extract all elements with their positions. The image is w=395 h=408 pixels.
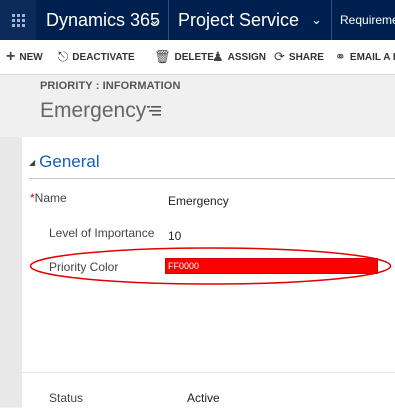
share-icon: ⟳ xyxy=(274,49,285,64)
collapse-triangle-icon: ◢ xyxy=(29,157,36,167)
left-gutter xyxy=(0,137,22,407)
email-link-button[interactable]: ⚭ EMAIL A L xyxy=(335,40,395,74)
page-title: Emergency xyxy=(40,99,147,122)
top-navigation-bar: Dynamics 365 ⌄ Project Service ⌄ Require… xyxy=(0,0,395,40)
importance-label: Level of Importance xyxy=(49,226,155,240)
assign-button[interactable]: ♟ ASSIGN xyxy=(212,40,266,74)
waffle-icon xyxy=(11,13,25,27)
status-value: Active xyxy=(187,391,220,405)
section-header-general[interactable]: ◢ General xyxy=(29,152,100,172)
email-label: EMAIL A L xyxy=(349,51,395,63)
area-name[interactable]: Project Service xyxy=(178,0,299,40)
trash-icon: 🗑 xyxy=(154,49,171,64)
importance-field[interactable]: 10 xyxy=(168,229,181,243)
new-button[interactable]: + NEW xyxy=(6,40,43,74)
deactivate-label: DEACTIVATE xyxy=(72,51,135,63)
app-name[interactable]: Dynamics 365 xyxy=(46,0,160,40)
nav-divider xyxy=(168,0,169,40)
deactivate-button[interactable]: ⎋ DEACTIVATE xyxy=(58,40,135,74)
list-icon[interactable] xyxy=(147,104,161,118)
assign-icon: ♟ xyxy=(212,49,224,64)
delete-button[interactable]: 🗑 DELETE xyxy=(154,40,214,74)
chevron-down-icon[interactable]: ⌄ xyxy=(149,0,160,40)
assign-label: ASSIGN xyxy=(227,51,266,63)
delete-label: DELETE xyxy=(174,51,214,63)
status-label: Status xyxy=(49,391,84,405)
command-bar: + NEW ⎋ DEACTIVATE 🗑 DELETE ♟ ASSIGN ⟳ S… xyxy=(0,40,395,75)
nav-divider xyxy=(331,0,332,40)
chevron-down-icon[interactable]: ⌄ xyxy=(311,0,322,40)
name-field[interactable]: Emergency xyxy=(168,194,229,208)
share-button[interactable]: ⟳ SHARE xyxy=(274,40,324,74)
section-divider xyxy=(29,178,395,179)
deactivate-icon: ⎋ xyxy=(58,49,69,64)
share-label: SHARE xyxy=(288,51,324,63)
entity-breadcrumb[interactable]: Requireme xyxy=(340,0,395,40)
new-label: NEW xyxy=(19,51,43,63)
link-icon: ⚭ xyxy=(335,49,346,64)
entity-form-label: PRIORITY : INFORMATION xyxy=(40,80,181,92)
plus-icon: + xyxy=(6,48,16,65)
name-label-text: Name xyxy=(34,191,67,205)
section-title: General xyxy=(39,152,100,171)
name-label: *Name xyxy=(30,191,67,205)
highlight-ellipse xyxy=(29,247,392,285)
app-launcher-button[interactable] xyxy=(0,0,36,40)
